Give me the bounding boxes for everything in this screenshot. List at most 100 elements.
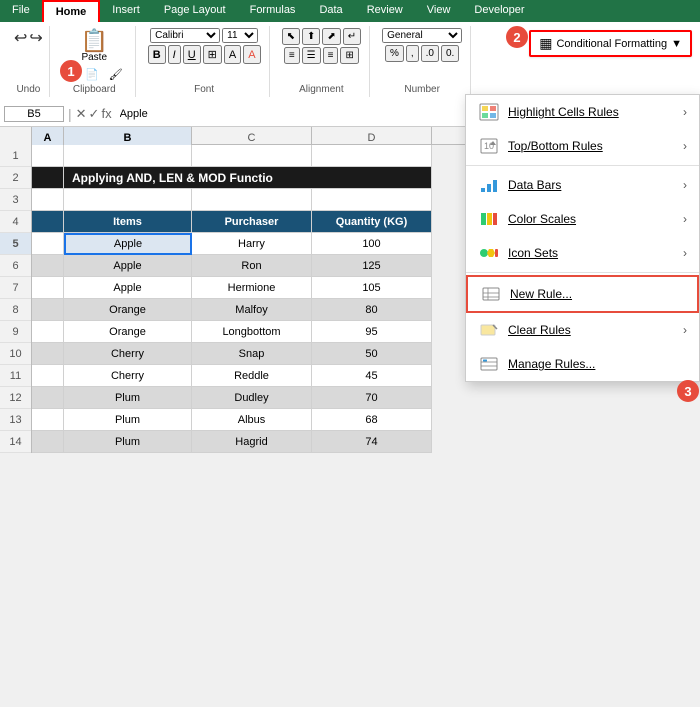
copy-button[interactable]: 📄 (81, 67, 103, 82)
conditional-formatting-button[interactable]: ▦ Conditional Formatting ▼ (529, 30, 692, 57)
row-num-1: 1 (0, 145, 31, 167)
highlight-arrow: › (683, 105, 687, 119)
tab-review[interactable]: Review (355, 0, 415, 22)
row-num-9: 9 (0, 321, 31, 343)
row-num-11: 11 (0, 365, 31, 387)
tab-developer[interactable]: Developer (462, 0, 536, 22)
alignment-label: Alignment (299, 84, 343, 95)
undo-label: Undo (16, 84, 40, 95)
table-row: Plum Hagrid 74 (32, 431, 700, 453)
row-num-6: 6 (0, 255, 31, 277)
highlight-icon (478, 101, 500, 123)
fill-color-button[interactable]: A (224, 45, 241, 64)
align-center-button[interactable]: ☰ (302, 47, 321, 64)
tab-view[interactable]: View (415, 0, 463, 22)
row-num-7: 7 (0, 277, 31, 299)
dropdown-item-newrule[interactable]: New Rule... (466, 275, 699, 313)
number-group: General % , .0 0. Number (374, 26, 471, 97)
align-right-button[interactable]: ≡ (323, 47, 339, 64)
dropdown-item-topbottom[interactable]: 10 Top/Bottom Rules › (466, 129, 699, 163)
dropdown-item-iconsets[interactable]: Icon Sets › (466, 236, 699, 270)
formula-bar-icons: ✕ ✓ fx (76, 106, 112, 122)
clearrules-icon (478, 319, 500, 341)
col-header-c: C (192, 127, 312, 145)
undo-button[interactable]: ↩ (14, 28, 27, 48)
row-num-13: 13 (0, 409, 31, 431)
colorscales-icon (478, 208, 500, 230)
topbottom-label: Top/Bottom Rules (508, 139, 675, 153)
name-box[interactable] (4, 106, 64, 122)
col-header-b: B (64, 127, 192, 145)
databars-arrow: › (683, 178, 687, 192)
tab-home[interactable]: Home (42, 0, 101, 22)
format-painter-button[interactable]: 🖌 (105, 67, 127, 82)
number-label: Number (404, 84, 440, 95)
newrule-label: New Rule... (510, 287, 685, 301)
iconsets-arrow: › (683, 246, 687, 260)
increase-decimal-button[interactable]: .0 (421, 45, 439, 62)
row-num-10: 10 (0, 343, 31, 365)
align-top-left-button[interactable]: ⬉ (282, 28, 300, 45)
insert-function-icon[interactable]: fx (101, 106, 111, 122)
table-row: Plum Albus 68 (32, 409, 700, 431)
decrease-decimal-button[interactable]: 0. (441, 45, 459, 62)
dropdown-item-managerules[interactable]: Manage Rules... (466, 347, 699, 381)
undo-group: ↩ ↪ Undo (8, 26, 50, 97)
font-color-button[interactable]: A (243, 45, 260, 64)
border-button[interactable]: ⊞ (203, 45, 222, 64)
merge-button[interactable]: ⊞ (340, 47, 358, 64)
colorscales-arrow: › (683, 212, 687, 226)
percent-button[interactable]: % (385, 45, 404, 62)
annotation-3: 3 (677, 380, 699, 402)
tab-data[interactable]: Data (307, 0, 354, 22)
confirm-formula-icon[interactable]: ✓ (89, 106, 100, 122)
iconsets-label: Icon Sets (508, 246, 675, 260)
font-group: Calibri 11 B I U ⊞ A A Font (140, 26, 270, 97)
clearrules-label: Clear Rules (508, 323, 675, 337)
alignment-group: ⬉ ⬆ ⬈ ↵ ≡ ☰ ≡ ⊞ Alignment (274, 26, 371, 97)
number-format-select[interactable]: General (382, 28, 462, 43)
colorscales-label: Color Scales (508, 212, 675, 226)
newrule-icon (480, 283, 502, 305)
conditional-formatting-dropdown: Highlight Cells Rules › 10 Top/Bottom Ru… (465, 94, 700, 382)
tab-formulas[interactable]: Formulas (238, 0, 308, 22)
row-num-4: 4 (0, 211, 31, 233)
databars-icon (478, 174, 500, 196)
wrap-text-button[interactable]: ↵ (343, 28, 361, 45)
dropdown-divider-1 (466, 165, 699, 166)
topbottom-icon: 10 (478, 135, 500, 157)
cf-button-label: Conditional Formatting (556, 38, 667, 50)
redo-button[interactable]: ↪ (29, 28, 42, 48)
dropdown-item-clearrules[interactable]: Clear Rules › (466, 313, 699, 347)
topbottom-arrow: › (683, 139, 687, 153)
row-num-14: 14 (0, 431, 31, 453)
ribbon-content: ↩ ↪ Undo 📋 Paste ✂ 📄 🖌 Clipboard (0, 22, 700, 101)
font-size-select[interactable]: 11 (222, 28, 258, 43)
underline-button[interactable]: U (183, 45, 201, 64)
highlight-label: Highlight Cells Rules (508, 105, 675, 119)
annotation-2: 2 (506, 26, 528, 48)
align-top-center-button[interactable]: ⬆ (302, 28, 320, 45)
dropdown-item-highlight[interactable]: Highlight Cells Rules › (466, 95, 699, 129)
tab-pagelayout[interactable]: Page Layout (152, 0, 238, 22)
cf-dropdown-arrow: ▼ (671, 38, 682, 50)
align-left-button[interactable]: ≡ (284, 47, 300, 64)
tab-insert[interactable]: Insert (100, 0, 152, 22)
clipboard-label: Clipboard (73, 84, 116, 95)
cf-icon: ▦ (539, 35, 552, 52)
paste-button[interactable]: 📋 Paste (77, 28, 112, 65)
tab-file[interactable]: File (0, 0, 42, 22)
formula-bar-separator: | (68, 106, 72, 122)
databars-label: Data Bars (508, 178, 675, 192)
ribbon-tabs: File Home Insert Page Layout Formulas Da… (0, 0, 700, 22)
dropdown-item-colorscales[interactable]: Color Scales › (466, 202, 699, 236)
col-header-a: A (32, 127, 64, 145)
cancel-formula-icon[interactable]: ✕ (76, 106, 87, 122)
dropdown-item-databars[interactable]: Data Bars › (466, 168, 699, 202)
col-header-d: D (312, 127, 432, 145)
italic-button[interactable]: I (168, 45, 181, 64)
font-family-select[interactable]: Calibri (150, 28, 220, 43)
align-top-right-button[interactable]: ⬈ (322, 28, 340, 45)
bold-button[interactable]: B (148, 45, 166, 64)
comma-button[interactable]: , (406, 45, 419, 62)
